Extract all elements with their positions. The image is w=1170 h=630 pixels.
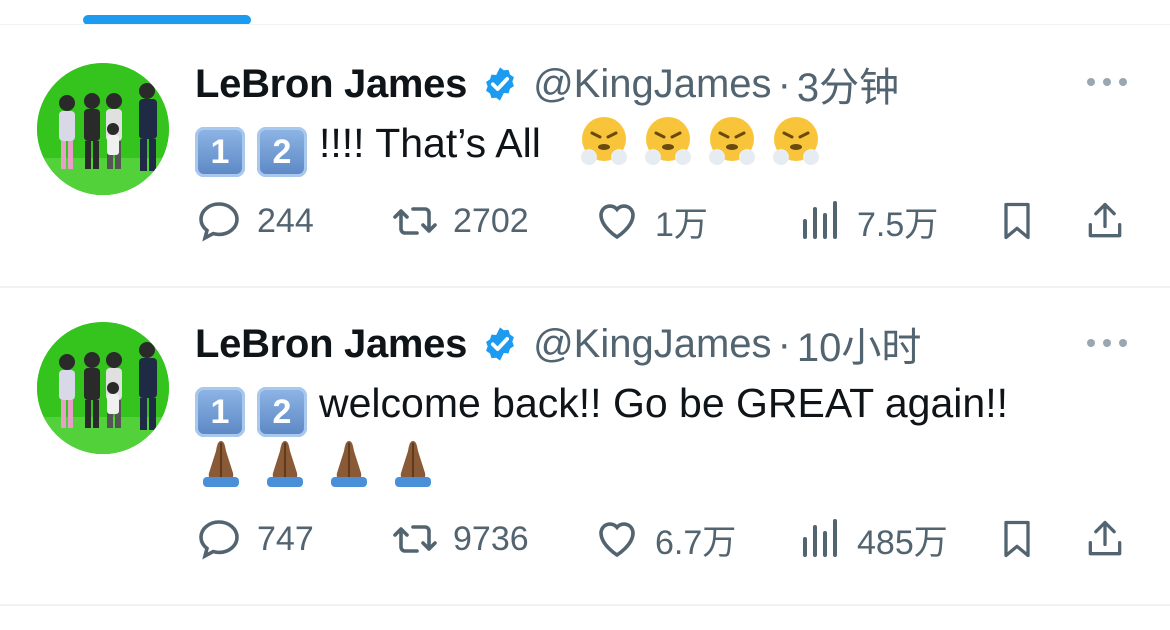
tweet-body: !!!! That’s All [319,120,541,166]
retweet-count: 9736 [453,519,529,558]
views-chart-icon [803,519,837,557]
folded-hands-icon [395,441,431,487]
bookmark-button[interactable] [995,196,1043,246]
view-count: 7.5万 [857,205,939,244]
user-handle[interactable]: @KingJames [533,62,771,107]
reply-icon [199,202,239,242]
avatar[interactable] [37,63,169,195]
views-button[interactable]: 7.5万 [795,196,938,246]
tweet[interactable]: LeBron James @KingJames · 10小时 1 2 welcome… [0,288,1170,604]
verified-badge-icon [486,67,515,101]
tweet-text: 1 2 !!!! That’s All [195,112,834,177]
bookmark-icon [1004,202,1030,240]
keycap-2-emoji: 2 [257,127,307,177]
share-icon [1088,520,1122,556]
like-count: 6.7万 [655,523,737,562]
reply-count: 747 [257,519,314,558]
tweet-actions: 747 9736 6.7万 485万 [195,514,1145,564]
bookmark-button[interactable] [995,514,1043,564]
keycap-1-emoji: 1 [195,387,245,437]
like-button[interactable]: 6.7万 [593,514,736,564]
divider [0,604,1170,606]
tweet[interactable]: LeBron James @KingJames · 3分钟 1 2 !!!! Tha… [0,26,1170,286]
display-name[interactable]: LeBron James [195,62,467,107]
separator-dot: · [777,321,791,366]
more-options-icon[interactable] [1085,333,1129,353]
avatar[interactable] [37,322,169,454]
reply-button[interactable]: 244 [195,196,314,246]
retweet-count: 2702 [453,201,529,240]
tweet-emoji-line [195,434,451,496]
tweet-body: welcome back!! Go be GREAT again!! [319,380,1008,426]
tweet-header: LeBron James @KingJames · 3分钟 [195,56,899,112]
heart-icon [599,522,635,558]
folded-hands-icon [331,441,367,487]
retweet-button[interactable]: 2702 [391,196,529,246]
more-options-icon[interactable] [1085,72,1129,92]
tweet-text: 1 2 welcome back!! Go be GREAT again!! [195,372,1008,437]
timestamp[interactable]: 3分钟 [797,55,899,113]
views-chart-icon [803,201,837,239]
reply-count: 244 [257,201,314,240]
huffing-face-icon [644,117,691,165]
folded-hands-icon [203,441,239,487]
display-name[interactable]: LeBron James [195,322,467,367]
verified-badge-icon [486,327,515,361]
heart-icon [599,204,635,240]
keycap-1-emoji: 1 [195,127,245,177]
view-count: 485万 [857,523,948,562]
separator-dot: · [777,61,791,106]
retweet-icon [393,207,437,235]
user-handle[interactable]: @KingJames [533,322,771,367]
huffing-face-icon [772,117,819,165]
huffing-face-icon [708,117,755,165]
reply-icon [199,520,239,560]
like-count: 1万 [655,205,708,244]
tweet-actions: 244 2702 1万 7.5万 [195,196,1145,246]
reply-button[interactable]: 747 [195,514,314,564]
share-icon [1088,202,1122,238]
huffing-face-icon [580,117,627,165]
folded-hands-icon [267,441,303,487]
divider [0,24,1170,25]
retweet-button[interactable]: 9736 [391,514,529,564]
views-button[interactable]: 485万 [795,514,948,564]
share-button[interactable] [1083,196,1131,246]
bookmark-icon [1004,520,1030,558]
tweet-header: LeBron James @KingJames · 10小时 [195,316,921,372]
share-button[interactable] [1083,514,1131,564]
like-button[interactable]: 1万 [593,196,708,246]
timestamp[interactable]: 10小时 [797,315,922,373]
keycap-2-emoji: 2 [257,387,307,437]
retweet-icon [393,525,437,553]
